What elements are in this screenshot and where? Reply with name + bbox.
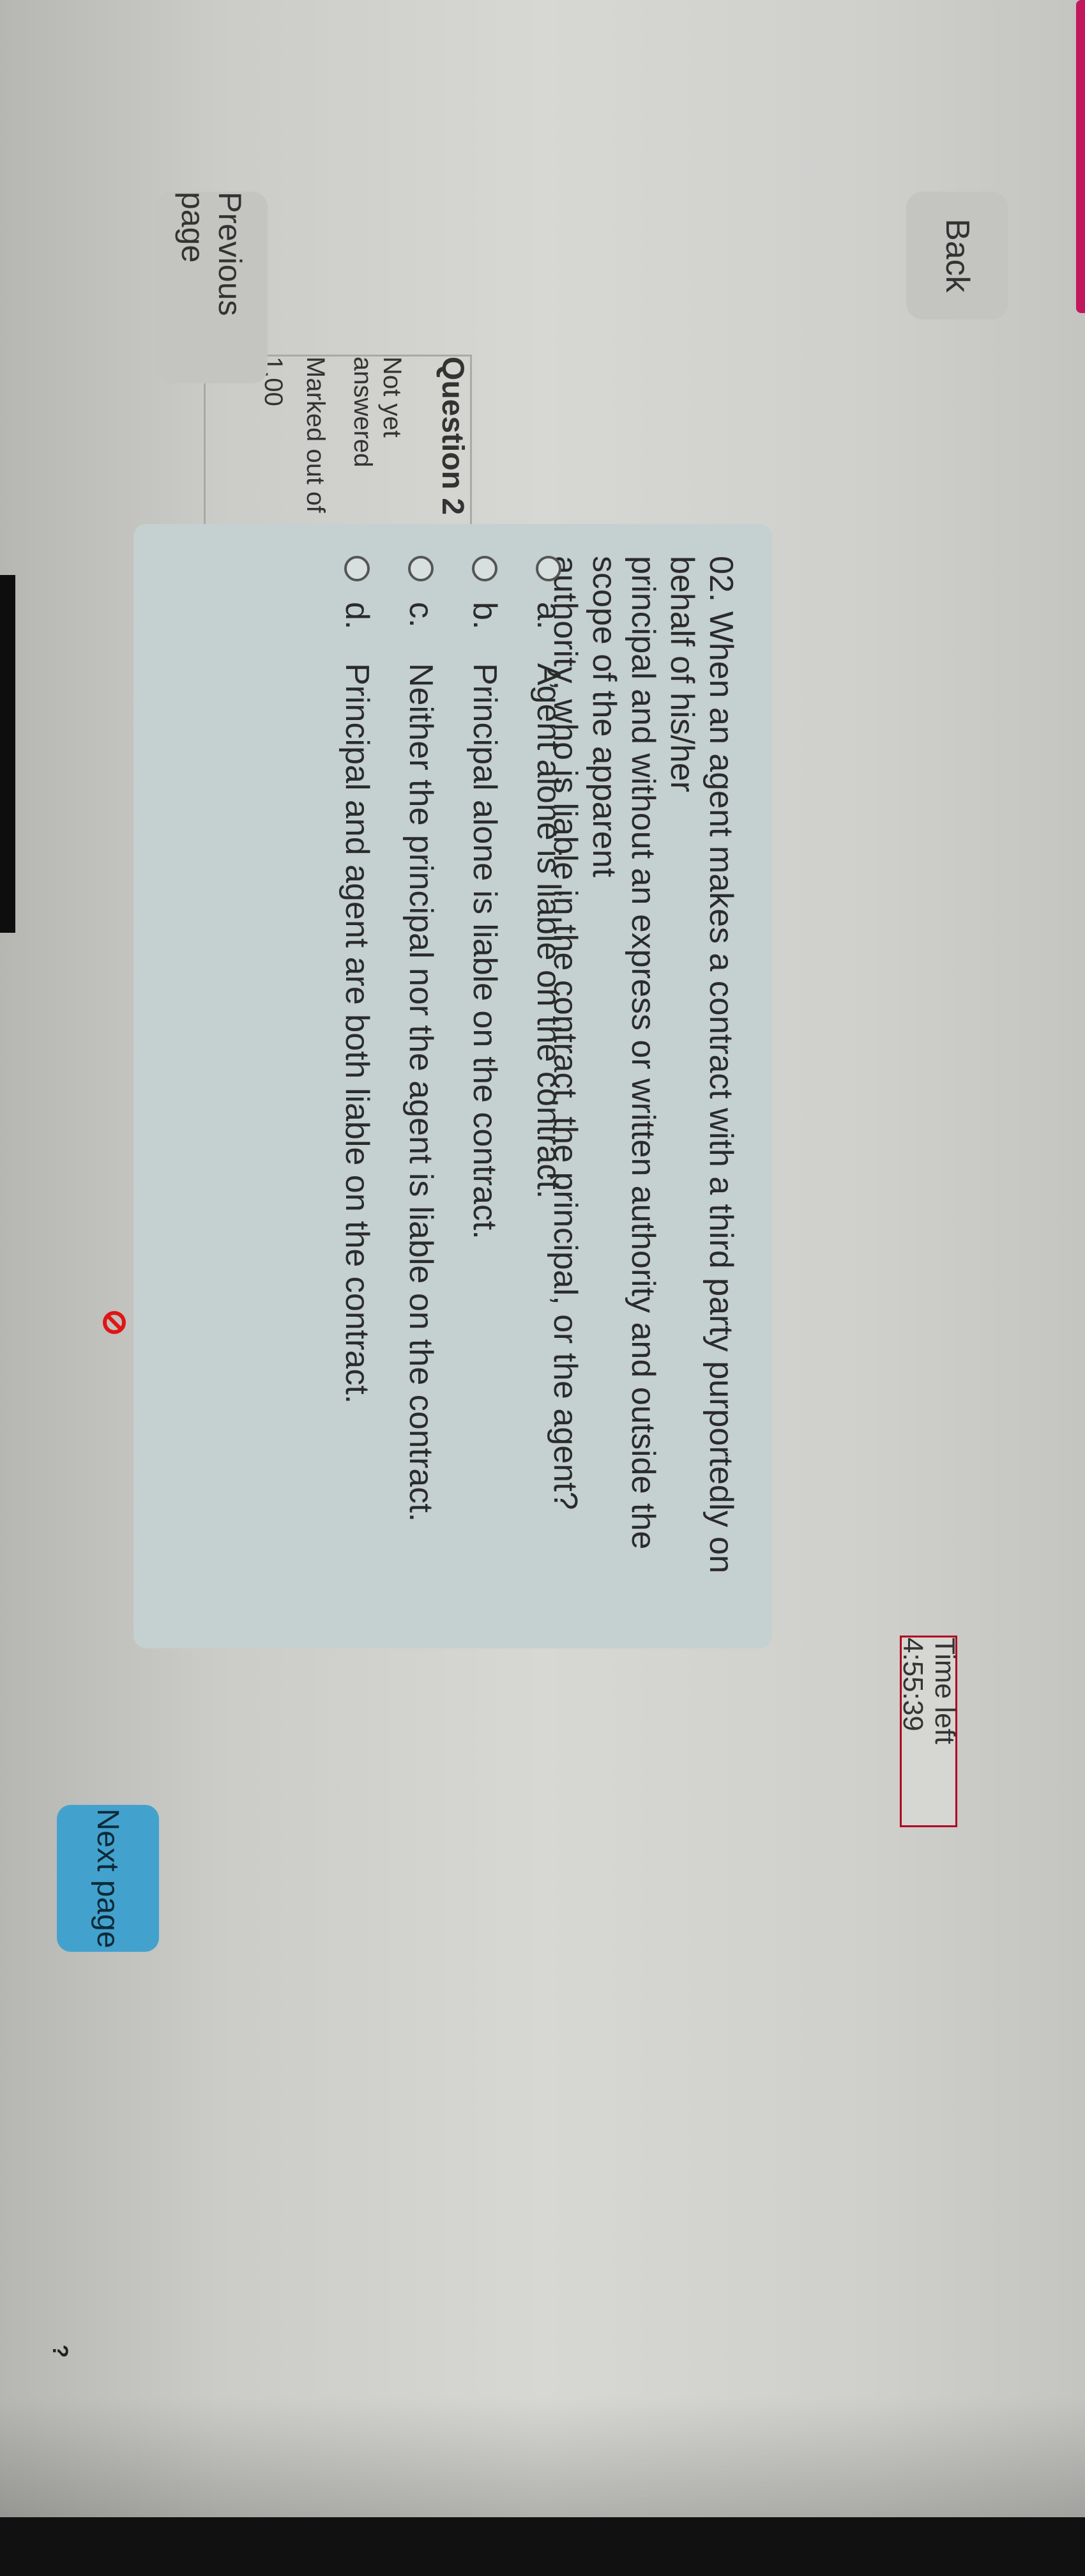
screen-shadow bbox=[0, 2396, 1085, 2517]
option-letter: c. bbox=[402, 602, 439, 628]
question-text: 02. When an agent makes a contract with … bbox=[545, 556, 740, 1642]
option-text: Agent alone is liable on the contract. bbox=[530, 663, 567, 1199]
option-d[interactable]: d. Principal and agent are both liable o… bbox=[331, 556, 383, 1578]
radio-button[interactable] bbox=[344, 556, 370, 581]
help-icon[interactable]: ? bbox=[47, 2338, 73, 2364]
accent-tab bbox=[1076, 0, 1085, 313]
logo-fragment bbox=[0, 575, 15, 933]
radio-button[interactable] bbox=[472, 556, 497, 581]
photo-stage: Back Question 2 Not yet answered Marked … bbox=[0, 0, 1085, 2576]
status-line-2: answered bbox=[349, 356, 377, 468]
back-button[interactable]: Back bbox=[906, 192, 1008, 319]
status-line-1: Not yet bbox=[378, 356, 406, 438]
option-text: Principal alone is liable on the contrac… bbox=[466, 663, 503, 1239]
time-left-display: Time left 4:55:39 bbox=[897, 1636, 960, 1827]
option-letter: a. bbox=[530, 602, 567, 630]
radio-button[interactable] bbox=[536, 556, 561, 581]
option-text: Principal and agent are both liable on t… bbox=[338, 663, 376, 1404]
question-text-line: principal and without an express or writ… bbox=[586, 556, 662, 1550]
option-text: Neither the principal nor the agent is l… bbox=[402, 663, 439, 1522]
next-page-button[interactable]: Next page bbox=[57, 1805, 159, 1952]
option-c[interactable]: c. Neither the principal nor the agent i… bbox=[395, 556, 446, 1578]
monitor-bezel bbox=[0, 2517, 1085, 2576]
not-allowed-cursor-icon bbox=[102, 1310, 127, 1335]
previous-page-button[interactable]: Previous page bbox=[156, 192, 268, 383]
option-a[interactable]: a. Agent alone is liable on the contract… bbox=[523, 556, 574, 1578]
marked-label: Marked out of bbox=[301, 356, 330, 513]
option-b[interactable]: b. Principal alone is liable on the cont… bbox=[459, 556, 510, 1578]
radio-button[interactable] bbox=[408, 556, 434, 581]
quiz-screen: Back Question 2 Not yet answered Marked … bbox=[0, 0, 1085, 2517]
option-letter: b. bbox=[466, 602, 503, 630]
option-letter: d. bbox=[338, 602, 376, 630]
question-number: Question 2 bbox=[436, 356, 469, 516]
question-text-line: 02. When an agent makes a contract with … bbox=[664, 556, 740, 1574]
